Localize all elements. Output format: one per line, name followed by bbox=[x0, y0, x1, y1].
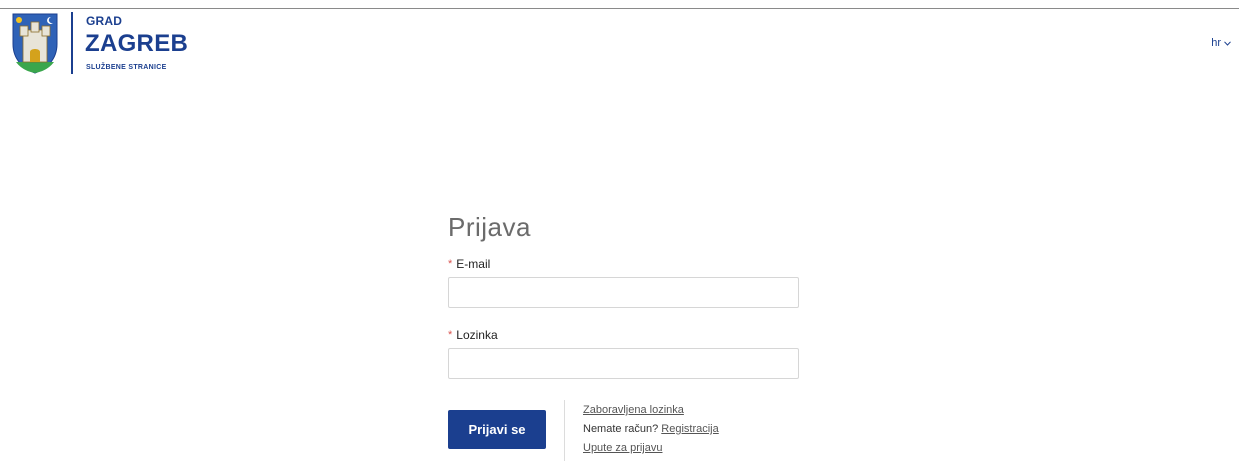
required-marker: * bbox=[448, 329, 453, 341]
no-account-text: Nemate račun? bbox=[583, 423, 659, 435]
login-button[interactable]: Prijavi se bbox=[448, 410, 546, 449]
password-label: * Lozinka bbox=[448, 328, 800, 342]
language-label: hr bbox=[1211, 37, 1221, 49]
login-actions: Prijavi se Zaboravljena lozinka Nemate r… bbox=[448, 400, 800, 461]
brand-grad-text[interactable]: GRAD bbox=[86, 14, 122, 28]
email-label-text: E-mail bbox=[456, 257, 491, 271]
zagreb-coat-of-arms-icon[interactable] bbox=[10, 12, 60, 74]
language-selector[interactable]: hr bbox=[1211, 37, 1231, 49]
forgot-password-link[interactable]: Zaboravljena lozinka bbox=[583, 404, 684, 416]
site-header: GRAD ZAGREB SLUŽBENE STRANICE hr bbox=[0, 9, 1239, 75]
required-marker: * bbox=[448, 258, 453, 270]
page-title: Prijava bbox=[448, 212, 531, 242]
login-links: Zaboravljena lozinka Nemate račun? Regis… bbox=[583, 403, 719, 460]
email-field[interactable] bbox=[448, 277, 799, 308]
brand-zagreb-text[interactable]: ZAGREB bbox=[85, 30, 188, 58]
top-border bbox=[0, 0, 1239, 9]
password-field[interactable] bbox=[448, 348, 799, 379]
chevron-down-icon bbox=[1224, 40, 1231, 46]
register-link[interactable]: Registracija bbox=[661, 423, 718, 435]
brand-subtitle[interactable]: SLUŽBENE STRANICE bbox=[86, 64, 167, 71]
actions-divider bbox=[564, 400, 565, 461]
login-instructions-link[interactable]: Upute za prijavu bbox=[583, 442, 663, 454]
password-label-text: Lozinka bbox=[456, 328, 498, 342]
brand-divider bbox=[71, 12, 73, 74]
login-form: Prijava * E-mail * Lozinka bbox=[448, 212, 800, 379]
email-label: * E-mail bbox=[448, 257, 800, 271]
